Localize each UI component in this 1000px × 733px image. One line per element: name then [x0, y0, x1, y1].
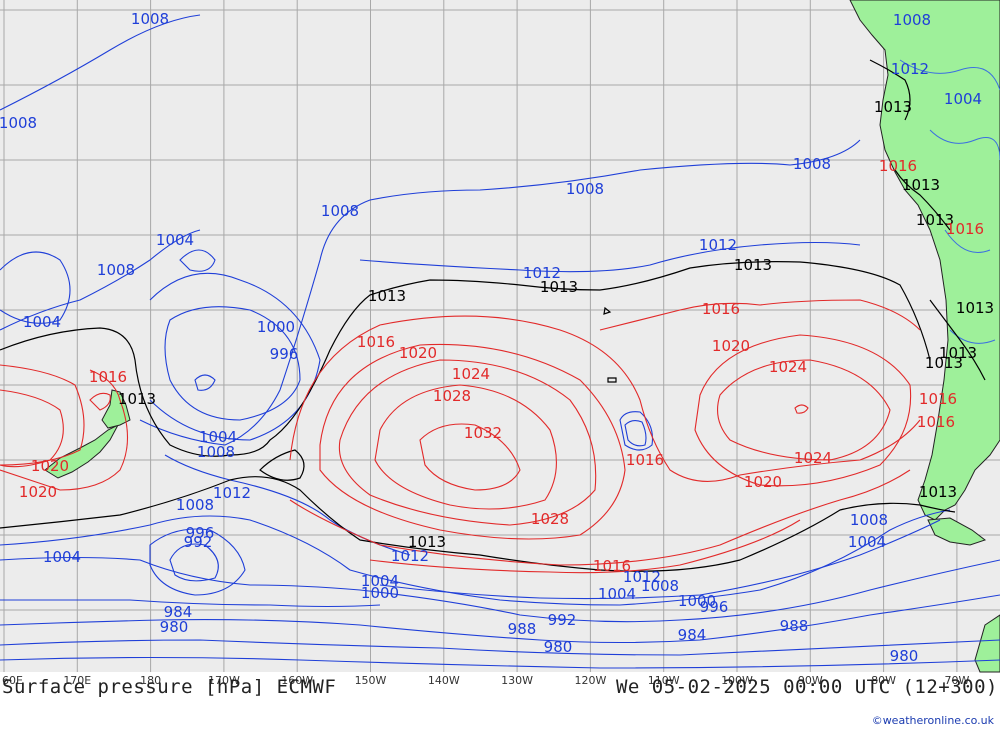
isobar-label-high: 1028 — [433, 387, 471, 405]
isobar-label-high: 1024 — [769, 358, 807, 376]
isobar-label-low: 984 — [678, 626, 707, 644]
isobar-label-low: 1008 — [793, 155, 831, 173]
isobar-label-low: 1012 — [699, 236, 737, 254]
isobar-label-high: 1020 — [399, 344, 437, 362]
isobar-label-normal: 1013 — [925, 354, 963, 372]
isobar-label-high: 1028 — [531, 510, 569, 528]
isobar-label-low: 1004 — [598, 585, 636, 603]
isobar-label-low: 980 — [890, 647, 919, 665]
isobar-label-low: 996 — [270, 345, 299, 363]
isobar-label-low: 996 — [700, 598, 729, 616]
isobar-label-normal: 1013 — [408, 533, 446, 551]
isobar-label-low: 1012 — [213, 484, 251, 502]
isobar-label-high: 1016 — [702, 300, 740, 318]
isobar-label-low: 1008 — [893, 11, 931, 29]
isobar-label-normal: 1013 — [118, 390, 156, 408]
isobar-label-low: 1004 — [944, 90, 982, 108]
longitude-label: 130W — [501, 674, 533, 687]
isobar-label-high: 1016 — [626, 451, 664, 469]
isobar-label-high: 1020 — [744, 473, 782, 491]
isobar-label-high: 1016 — [357, 333, 395, 351]
isobar-label-high: 1016 — [919, 390, 957, 408]
isobar-label-normal: 1013 — [874, 98, 912, 116]
isobar-label-high: 1016 — [89, 368, 127, 386]
isobar-label-high: 1024 — [452, 365, 490, 383]
isobar-label-high: 1024 — [794, 449, 832, 467]
isobar-label-low: 992 — [548, 611, 577, 629]
isobar-label-low: 980 — [544, 638, 573, 656]
longitude-label: 140W — [428, 674, 460, 687]
map-datetime: We 05-02-2025 00:00 UTC (12+300) — [615, 676, 998, 698]
isobar-label-high: 1016 — [917, 413, 955, 431]
isobar-label-normal: 1013 — [368, 287, 406, 305]
isobar-label-normal: 1013 — [919, 483, 957, 501]
isobar-label-low: 1004 — [848, 533, 886, 551]
isobar-label-low: 992 — [184, 533, 213, 551]
credit-link[interactable]: ©weatheronline.co.uk — [872, 714, 994, 727]
longitude-label: 120W — [574, 674, 606, 687]
isobar-label-low: 988 — [780, 617, 809, 635]
isobar-label-high: 1016 — [593, 557, 631, 575]
isobar-label-normal: 1013 — [734, 256, 772, 274]
isobar-label-low: 1008 — [131, 10, 169, 28]
isobar-label-high: 1032 — [464, 424, 502, 442]
isobar-label-low: 1008 — [176, 496, 214, 514]
isobar-label-low: 1008 — [566, 180, 604, 198]
isobar-label-low: 1004 — [43, 548, 81, 566]
isobar-label-high: 1016 — [879, 157, 917, 175]
isobar-label-low: 1012 — [891, 60, 929, 78]
isobar-label-low: 1008 — [197, 443, 235, 461]
isobar-label-low: 988 — [508, 620, 537, 638]
isobar-label-normal: 1013 — [902, 176, 940, 194]
isobar-label-high: 1020 — [19, 483, 57, 501]
isobar-label-low: 1000 — [257, 318, 295, 336]
isobar-label-low: 1004 — [23, 313, 61, 331]
isobar-label-low: 1000 — [361, 584, 399, 602]
isobar-label-low: 1008 — [0, 114, 37, 132]
isobar-label-low: 1008 — [321, 202, 359, 220]
isobar-label-normal: 1013 — [540, 278, 578, 296]
isobar-label-low: 1004 — [156, 231, 194, 249]
isobar-label-low: 980 — [160, 618, 189, 636]
pressure-map: 1008 1008 1008 1008 1008 1008 1008 1004 1004 1000… — [0, 0, 1000, 733]
longitude-label: 150W — [355, 674, 387, 687]
isobar-label-normal: 1013 — [956, 299, 994, 317]
isobar-label-low: 1008 — [97, 261, 135, 279]
isobar-label-high: 1020 — [31, 457, 69, 475]
ocean-area — [0, 0, 1000, 672]
isobar-label-high: 1016 — [946, 220, 984, 238]
isobar-label-low: 1008 — [850, 511, 888, 529]
map-title: Surface pressure [hPa] ECMWF — [2, 676, 337, 698]
isobar-label-high: 1020 — [712, 337, 750, 355]
